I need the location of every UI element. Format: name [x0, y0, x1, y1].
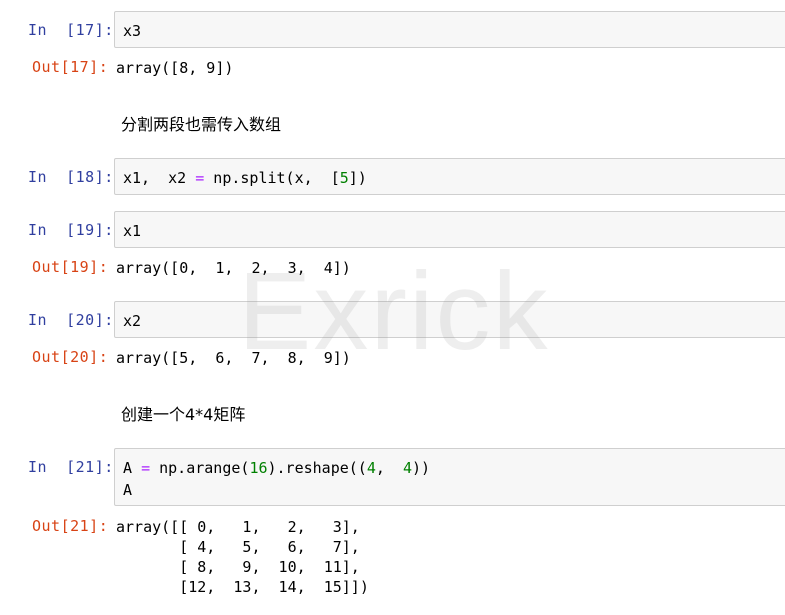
input-prompt-18: In [18]:: [28, 168, 114, 186]
output-text-19: array([0, 1, 2, 3, 4]): [116, 259, 351, 277]
input-prompt-21: In [21]:: [28, 458, 114, 476]
code-cell-17[interactable]: x3: [114, 11, 785, 48]
output-prompt-17: Out[17]:: [32, 58, 109, 76]
code-cell-19[interactable]: x1: [114, 211, 785, 248]
input-prompt-19: In [19]:: [28, 221, 114, 239]
code-text: x1, x2 = np.split(x, [5]): [123, 169, 367, 187]
code-text: x2: [123, 312, 142, 330]
code-text: x1: [123, 222, 142, 240]
code-cell-18[interactable]: x1, x2 = np.split(x, [5]): [114, 158, 785, 195]
code-text: x3: [123, 22, 142, 40]
output-line: [ 4, 5, 6, 7],: [116, 538, 360, 556]
input-prompt-17: In [17]:: [28, 21, 114, 39]
code-cell-21[interactable]: A = np.arange(16).reshape((4, 4)) A: [114, 448, 785, 506]
output-prompt-21: Out[21]:: [32, 517, 109, 535]
output-prompt-20: Out[20]:: [32, 348, 109, 366]
code-cell-20[interactable]: x2: [114, 301, 785, 338]
output-prompt-19: Out[19]:: [32, 258, 109, 276]
output-line: array([[ 0, 1, 2, 3],: [116, 518, 360, 536]
input-prompt-20: In [20]:: [28, 311, 114, 329]
markdown-text-split: 分割两段也需传入数组: [121, 115, 282, 134]
output-line: [12, 13, 14, 15]]): [116, 578, 369, 596]
output-text-20: array([5, 6, 7, 8, 9]): [116, 349, 351, 367]
code-text: A = np.arange(16).reshape((4, 4)) A: [123, 459, 431, 499]
output-text-17: array([8, 9]): [116, 59, 234, 77]
output-line: [ 8, 9, 10, 11],: [116, 558, 360, 576]
output-text-21: array([[ 0, 1, 2, 3], [ 4, 5, 6, 7], [ 8…: [116, 517, 369, 597]
markdown-text-matrix: 创建一个4*4矩阵: [121, 405, 246, 424]
